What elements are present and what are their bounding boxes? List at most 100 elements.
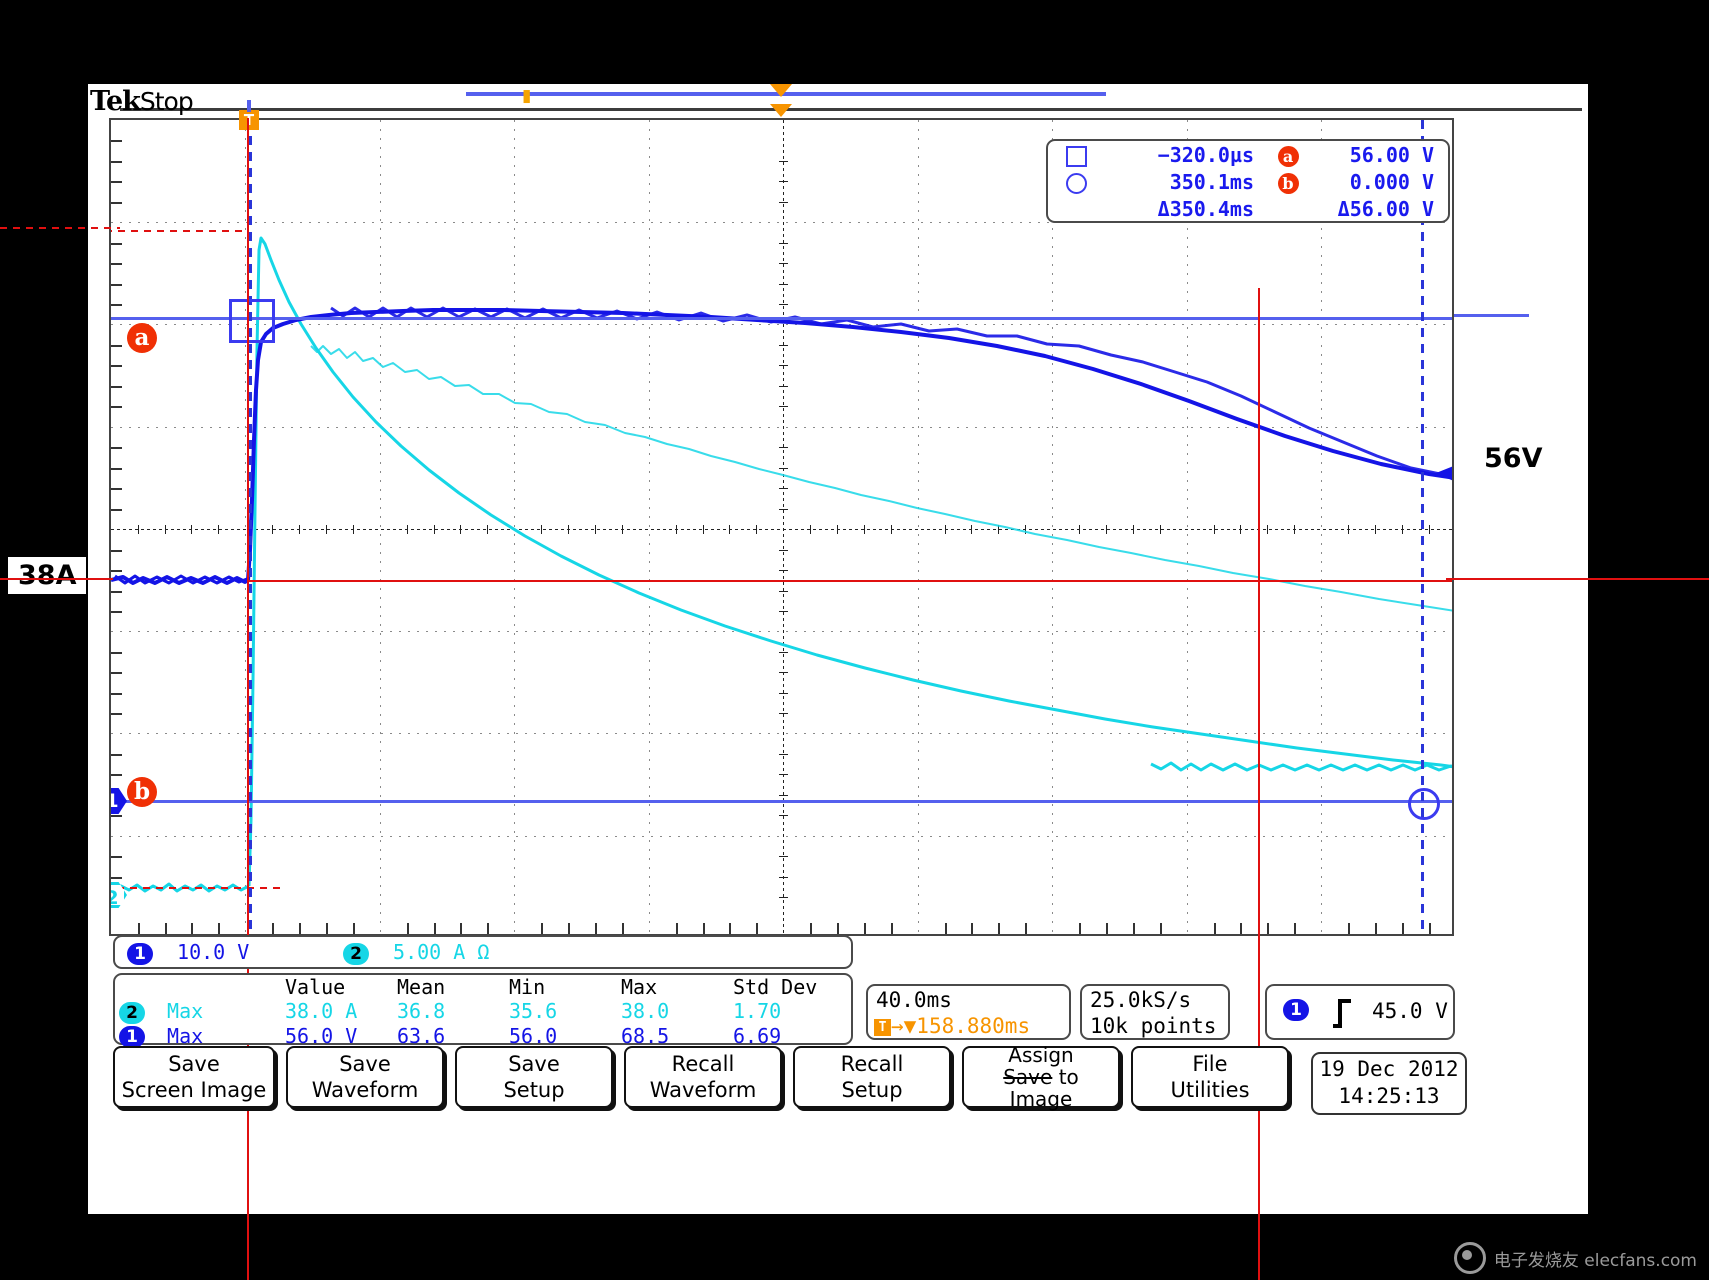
cursor-square-handle[interactable] (229, 299, 275, 343)
cursor-b-time: 350.1ms (1169, 169, 1254, 194)
ch2-scale-group[interactable]: 2 5.00 A Ω (343, 940, 489, 965)
expansion-point-marker (770, 84, 792, 97)
softkey-line2-overlapped: Save to (964, 1066, 1118, 1088)
softkey-file-utilities[interactable]: File Utilities (1131, 1046, 1289, 1108)
cursor-a-badge: a (127, 323, 157, 353)
softkey-save-strike: Save (1003, 1065, 1053, 1089)
softkey-assign-save-to-image[interactable]: Assign Save to Image (962, 1043, 1120, 1111)
measurement-table: Value Mean Min Max Std Dev 2 Max 38.0 A … (115, 975, 851, 1048)
sample-rate: 25.0kS/s (1090, 988, 1192, 1012)
softkey-line2: Setup (841, 1078, 903, 1102)
softkey-line2: Screen Image (121, 1078, 267, 1102)
ch1-meas-label: 1 Max (115, 1024, 285, 1048)
ch1-scale-group[interactable]: 1 10.0 V (127, 940, 249, 965)
softkey-line1: Assign (1008, 1043, 1074, 1067)
cursor-a-horizontal[interactable] (111, 317, 1452, 320)
softkey-save-screen-image[interactable]: Save Screen Image (113, 1046, 275, 1108)
ch2-meas-value: 38.0 A (285, 999, 358, 1024)
ch1-meas-badge: 1 (119, 1026, 145, 1048)
cursor-square-vertical[interactable] (249, 120, 252, 934)
channel-scale-bar: 1 10.0 V 2 5.00 A Ω (113, 935, 853, 969)
measurement-row-ch2: 2 Max 38.0 A 36.8 35.6 38.0 1.70 (115, 999, 851, 1024)
trigger-position-icon[interactable]: T (239, 100, 259, 130)
red-guide-bottom-dashed (111, 887, 281, 889)
brand-label: Tek (90, 86, 141, 117)
measurement-header-row: Value Mean Min Max Std Dev (115, 975, 851, 999)
header-min: Min (509, 975, 546, 999)
softkey-line3: Image (1009, 1087, 1073, 1111)
record-points: 10k points (1090, 1014, 1217, 1038)
horizontal-ruler (120, 108, 1582, 111)
cursor-circle-symbol (1048, 168, 1104, 195)
rising-edge-icon (1333, 999, 1351, 1028)
softkey-line2: Setup (503, 1078, 565, 1102)
cursor-square-symbol (1048, 141, 1104, 168)
ch2-meas-mean: 36.8 (397, 999, 446, 1024)
trigger-panel[interactable]: 1 45.0 V (1265, 984, 1455, 1040)
header-mean: Mean (397, 975, 446, 999)
softkey-line2: Waveform (311, 1078, 419, 1102)
cursor-readout-box: −320.0µs a 56.00 V 350.1ms b 0.000 V Δ35… (1046, 139, 1450, 223)
red-vertical-guide-right (1258, 288, 1260, 1280)
ch1-voltage-trace (111, 306, 1452, 585)
header-max: Max (621, 975, 658, 999)
ch2-scale-value: 5.00 A Ω (393, 940, 490, 964)
acquisition-status: Stop (139, 87, 194, 116)
cursor-readout-row-delta: Δ350.4ms Δ56.00 V (1048, 195, 1448, 222)
softkey-line1: Save (168, 1052, 220, 1076)
ch1-meas-max: 68.5 (621, 1023, 670, 1048)
callout-38a: 38A (8, 557, 87, 594)
softkey-recall-waveform[interactable]: Recall Waveform (624, 1046, 782, 1108)
red-guide-outer-38a-left (0, 578, 113, 580)
time-label: 14:25:13 (1338, 1084, 1440, 1108)
cursor-a-extension (1454, 314, 1529, 317)
cursor-delta-time: Δ350.4ms (1157, 196, 1254, 221)
softkey-line1: Save (508, 1052, 560, 1076)
cursor-a-time: −320.0µs (1157, 142, 1254, 167)
waveform-traces (111, 236, 1452, 893)
header-stddev: Std Dev (733, 975, 818, 999)
softkey-save-setup[interactable]: Save Setup (455, 1046, 613, 1108)
cursor-a-voltage: 56.00 V (1349, 142, 1434, 167)
site-watermark: 电子发烧友 elecfans.com (1453, 1242, 1697, 1274)
cursor-b-badge: b (127, 777, 157, 807)
ch2-badge: 2 (343, 942, 369, 965)
measurement-row-ch1: 1 Max 56.0 V 63.6 56.0 68.5 6.69 (115, 1023, 851, 1048)
softkey-line1: Recall (671, 1052, 735, 1076)
ch2-meas-badge: 2 (119, 1001, 145, 1024)
cursor-delta-voltage: Δ56.00 V (1337, 196, 1434, 221)
timebase-arrow: →▼ (891, 1014, 917, 1038)
softkey-line2: Waveform (649, 1078, 757, 1102)
waveform-graticule: a b 1 2 (109, 118, 1454, 936)
ch1-end-arrow (1436, 466, 1452, 481)
acquisition-panel[interactable]: 25.0kS/s 10k points (1080, 984, 1230, 1040)
timebase-delay-value: 158.880ms (916, 1014, 1031, 1038)
ch2-meas-label: 2 Max (115, 999, 285, 1024)
date-label: 19 Dec 2012 (1319, 1057, 1459, 1081)
softkey-to: to (1058, 1065, 1079, 1089)
ch1-scale-value: 10.0 V (177, 940, 250, 964)
timebase-delay-group: T →▼158.880ms (874, 1014, 1030, 1038)
softkey-recall-setup[interactable]: Recall Setup (793, 1046, 951, 1108)
trigger-source-badge: 1 (1283, 999, 1309, 1021)
timebase-trigger-icon: T (874, 1018, 891, 1036)
cursor-a-marker: a (1264, 141, 1312, 168)
cursor-readout-table: −320.0µs a 56.00 V 350.1ms b 0.000 V Δ35… (1048, 141, 1448, 222)
cursor-circle-handle[interactable] (1408, 788, 1440, 820)
scope-brand-status: TekStop (90, 86, 194, 117)
softkey-line2: Utilities (1170, 1078, 1250, 1102)
red-guide-38a (249, 580, 1452, 582)
record-trigger-icon: ▮ (522, 86, 532, 106)
ch2-meas-max: 38.0 (621, 999, 670, 1024)
timebase-panel[interactable]: 40.0ms T →▼158.880ms (866, 984, 1071, 1040)
ch1-meas-std: 6.69 (733, 1023, 782, 1048)
measurement-panel: Value Mean Min Max Std Dev 2 Max 38.0 A … (113, 973, 853, 1048)
softkey-line1: File (1192, 1052, 1228, 1076)
red-guide-outer-38a (1446, 578, 1709, 580)
cursor-b-horizontal[interactable] (111, 800, 1452, 803)
cursor-readout-row-b: 350.1ms b 0.000 V (1048, 168, 1448, 195)
ch2-current-trace (111, 236, 1452, 893)
trigger-level: 45.0 V (1372, 999, 1448, 1023)
watermark-logo-icon (1453, 1242, 1486, 1274)
softkey-save-waveform[interactable]: Save Waveform (286, 1046, 444, 1108)
